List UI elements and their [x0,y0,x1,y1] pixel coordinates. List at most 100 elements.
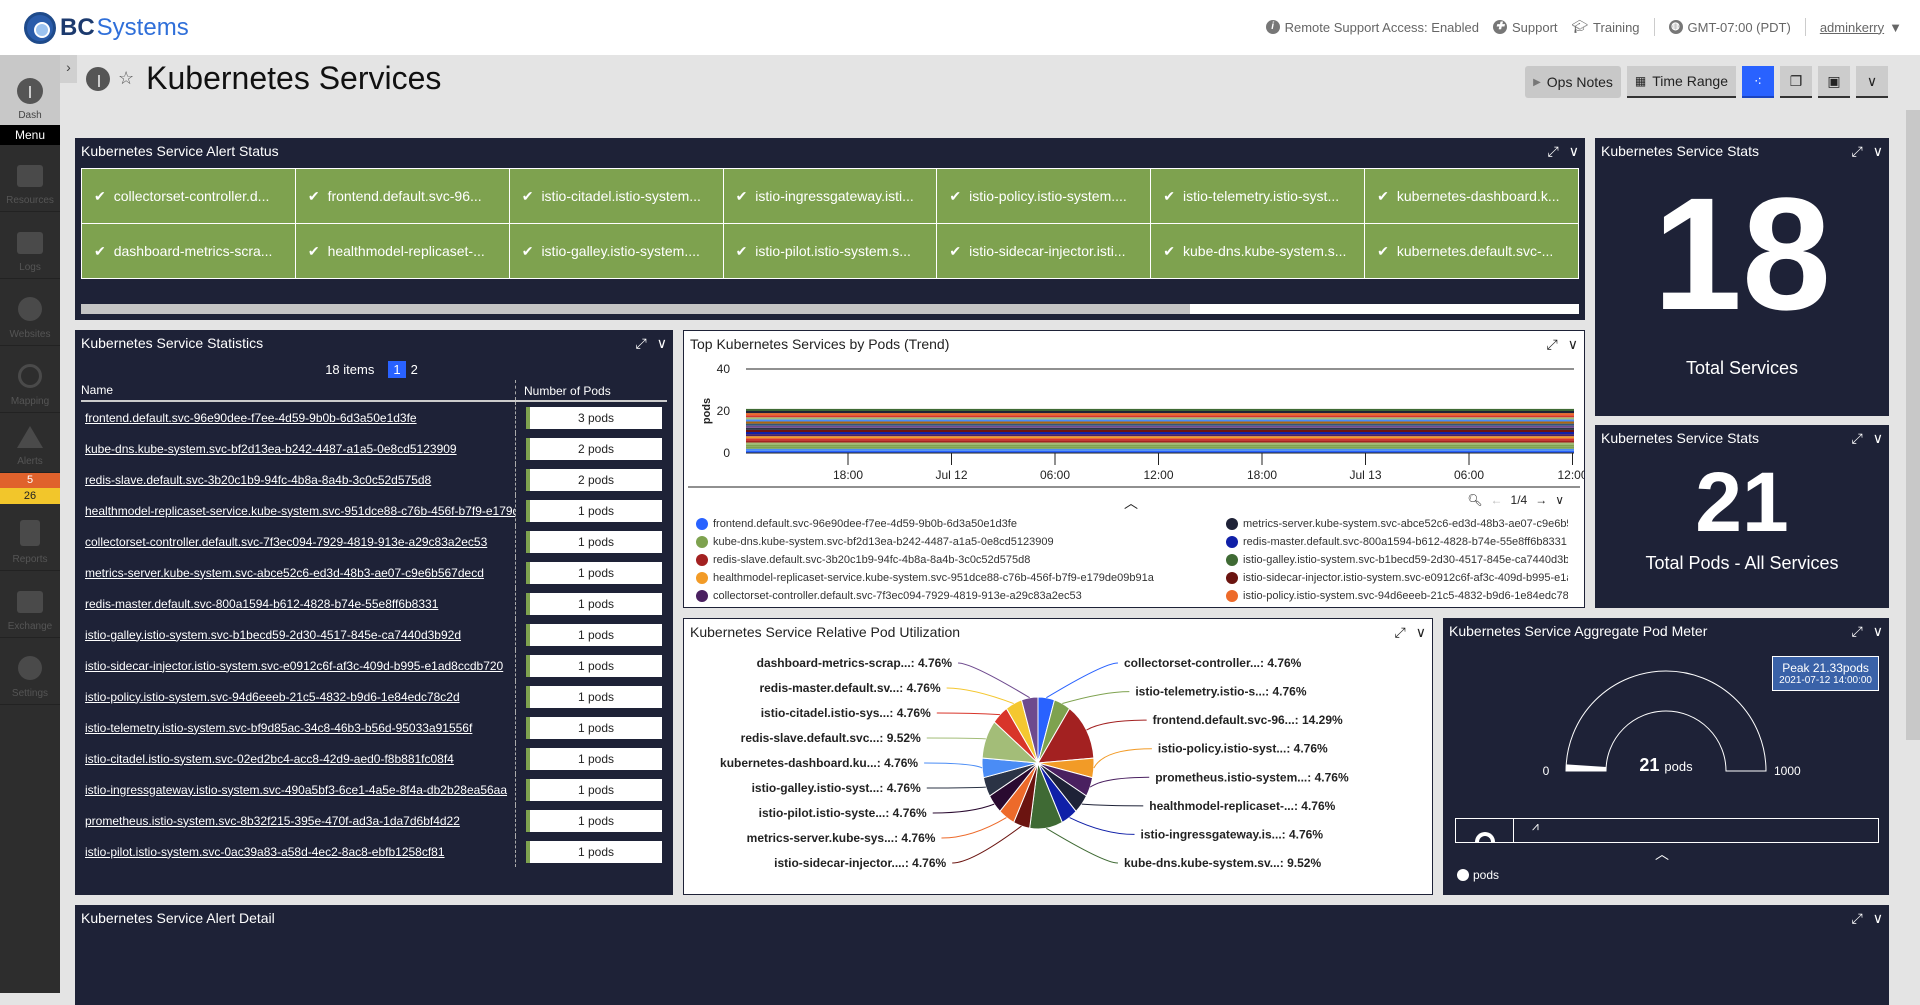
trend-series-band[interactable] [746,419,1574,422]
brand-logo[interactable]: BC Systems [24,12,189,44]
trend-series-band[interactable] [746,423,1574,426]
legend-item[interactable]: kube-dns.kube-system.svc-bf2d13ea-b242-4… [696,533,1154,551]
chevron-down-icon[interactable]: ∨ [1873,623,1883,640]
collapse-legend-icon[interactable]: ︿ [1124,493,1138,513]
trend-series-band[interactable] [746,446,1574,449]
search-icon[interactable]: 🔍︎ [1467,493,1482,507]
sidebar-item-settings[interactable]: Settings [0,638,60,705]
trend-series-band[interactable] [746,442,1574,445]
expand-icon[interactable]: ⤢ [1852,623,1863,640]
service-link[interactable]: metrics-server.kube-system.svc-abce52c6-… [81,566,515,580]
training-link[interactable]: 🎓︎ Training [1572,19,1640,35]
alert-status-tile[interactable]: ✔ collectorset-controller.d... [82,169,295,223]
trend-view-tab[interactable]: ⩘ [1514,819,1539,842]
chevron-down-icon[interactable]: ∨ [657,335,667,352]
service-link[interactable]: prometheus.istio-system.svc-8b32f215-395… [81,814,515,828]
legend-item[interactable]: healthmodel-replicaset-service.kube-syst… [696,569,1154,587]
column-header-name[interactable]: Name [81,383,515,397]
chevron-down-icon[interactable]: ∨ [1873,910,1883,927]
alert-status-tile[interactable]: ✔ istio-pilot.istio-system.s... [723,224,937,278]
arrow-right-icon[interactable]: → [1535,493,1547,507]
alert-status-tile[interactable]: ✔ frontend.default.svc-96... [295,169,509,223]
horizontal-scrollbar[interactable] [81,304,1579,314]
trend-series-band[interactable] [746,408,1574,411]
legend-item[interactable]: istio-galley.istio-system.svc-b1becd59-2… [1226,551,1568,569]
trend-series-band[interactable] [746,436,1574,439]
arrow-left-icon[interactable]: ← [1491,493,1503,507]
collapse-icon[interactable]: ︿ [1655,844,1669,864]
column-header-pods[interactable]: Number of Pods [515,380,667,400]
trend-series-band[interactable] [746,448,1574,451]
fullscreen-button[interactable]: ▣ [1818,66,1850,98]
alert-status-tile[interactable]: ✔ kubernetes.default.svc-... [1365,224,1578,278]
chevron-down-icon[interactable]: ∨ [1873,143,1883,160]
sidebar-item-exchange[interactable]: Exchange [0,571,60,638]
service-link[interactable]: istio-ingressgateway.istio-system.svc-49… [81,783,515,797]
service-link[interactable]: istio-sidecar-injector.istio-system.svc-… [81,659,515,673]
user-menu[interactable]: adminkerry ▼ [1820,20,1902,35]
sidebar-item-websites[interactable]: Websites [0,279,60,346]
trend-series-band[interactable] [746,429,1574,432]
sidebar-item-reports[interactable]: Reports [0,504,60,571]
trend-series-band[interactable] [746,434,1574,437]
trend-series-band[interactable] [746,417,1574,420]
time-range-button[interactable]: ▦ Time Range [1626,66,1736,98]
legend-item[interactable]: metrics-server.kube-system.svc-abce52c6-… [1226,515,1568,533]
page-2-button[interactable]: 2 [406,361,423,378]
expand-icon[interactable]: ⤢ [1852,910,1863,927]
trend-series-band[interactable] [746,440,1574,443]
expand-icon[interactable]: ⤢ [1547,336,1558,353]
trend-series-band[interactable] [746,438,1574,441]
trend-series-band[interactable] [746,432,1574,435]
scrollbar-thumb[interactable] [81,304,1190,314]
alert-status-tile[interactable]: ✔ healthmodel-replicaset-... [295,224,509,278]
service-link[interactable]: istio-pilot.istio-system.svc-0ac39a83-a5… [81,845,515,859]
slideshow-button[interactable]: ❐ [1780,66,1812,98]
legend-item[interactable]: istio-sidecar-injector.istio-system.svc-… [1226,569,1568,587]
sidebar-menu-toggle[interactable]: Menu [0,125,60,145]
alert-status-tile[interactable]: ✔ istio-ingressgateway.isti... [723,169,937,223]
sidebar-item-logs[interactable]: Logs [0,212,60,279]
expand-icon[interactable]: ⤢ [1852,430,1863,447]
chevron-down-icon[interactable]: ∨ [1568,336,1578,353]
support-link[interactable]: ✚ Support [1492,20,1558,35]
service-link[interactable]: redis-master.default.svc-800a1594-b612-4… [81,597,515,611]
alert-status-tile[interactable]: ✔ istio-galley.istio-system.... [509,224,723,278]
chevron-down-icon[interactable]: ∨ [1873,430,1883,447]
favorite-star-icon[interactable]: ☆ [118,68,134,89]
legend-item[interactable]: redis-master.default.svc-800a1594-b612-4… [1226,533,1568,551]
sidebar-item-dash[interactable]: Dash [0,55,60,125]
expand-icon[interactable]: ⤢ [1852,143,1863,160]
page-scrollbar[interactable] [1906,110,1920,740]
expand-icon[interactable]: ⤢ [636,335,647,352]
service-link[interactable]: istio-policy.istio-system.svc-94d6eeeb-2… [81,690,515,704]
service-link[interactable]: redis-slave.default.svc-3b20c1b9-94fc-4b… [81,473,515,487]
trend-series-band[interactable] [746,427,1574,430]
service-link[interactable]: istio-galley.istio-system.svc-b1becd59-2… [81,628,515,642]
trend-series-band[interactable] [746,421,1574,424]
legend-item[interactable]: redis-slave.default.svc-3b20c1b9-94fc-4b… [696,551,1154,569]
graph-view-button[interactable]: ⁖ [1742,66,1774,98]
sidebar-item-alerts[interactable]: Alerts [0,413,60,473]
ops-notes-button[interactable]: ▶ Ops Notes [1525,66,1621,98]
chevron-down-icon[interactable]: ∨ [1555,493,1564,507]
chevron-down-icon[interactable]: ∨ [1569,143,1579,160]
alert-status-tile[interactable]: ✔ istio-citadel.istio-system... [509,169,723,223]
sidebar-item-resources[interactable]: Resources [0,145,60,212]
chevron-down-icon[interactable]: ∨ [1416,624,1426,641]
timezone-selector[interactable]: ◍ GMT-07:00 (PDT) [1668,20,1791,35]
service-link[interactable]: istio-citadel.istio-system.svc-02ed2bc4-… [81,752,515,766]
trend-series-band[interactable] [746,411,1574,414]
more-options-button[interactable]: ∨ [1856,66,1888,98]
sidebar-item-mapping[interactable]: Mapping [0,346,60,413]
page-1-button[interactable]: 1 [388,360,406,378]
alert-status-tile[interactable]: ✔ istio-sidecar-injector.isti... [937,224,1151,278]
expand-icon[interactable]: ⤢ [1548,143,1559,160]
legend-item[interactable]: frontend.default.svc-96e90dee-f7ee-4d59-… [696,515,1154,533]
alert-status-tile[interactable]: ✔ dashboard-metrics-scra... [82,224,295,278]
legend-item[interactable]: collectorset-controller.default.svc-7f3e… [696,587,1154,605]
trend-series-band[interactable] [746,425,1574,428]
service-link[interactable]: healthmodel-replicaset-service.kube-syst… [81,504,515,518]
alert-status-tile[interactable]: ✔ istio-telemetry.istio-syst... [1151,169,1365,223]
legend-item[interactable]: istio-policy.istio-system.svc-94d6eeeb-2… [1226,587,1568,605]
